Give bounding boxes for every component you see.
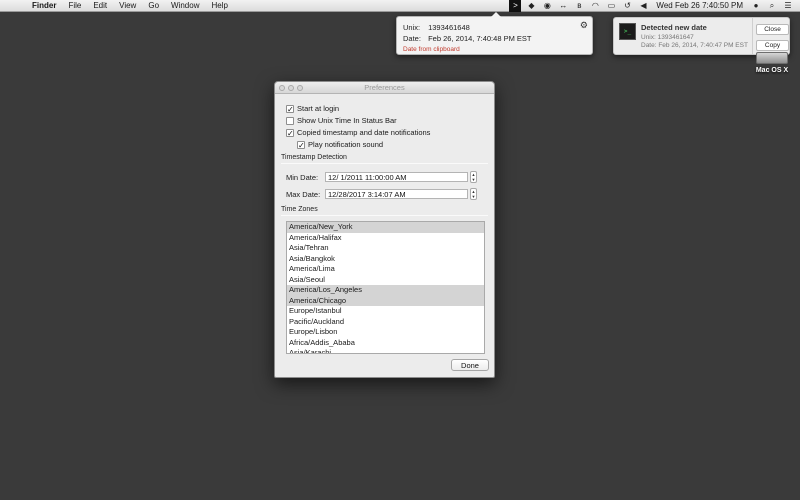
list-item[interactable]: America/Halifax (287, 233, 484, 244)
notification-center-icon[interactable]: ☰ (782, 0, 794, 12)
copied-notifications-label: Copied timestamp and date notifications (297, 128, 431, 137)
dropbox-icon[interactable]: ◆ (525, 0, 537, 12)
list-item[interactable]: Europe/Istanbul (287, 306, 484, 317)
network-arrows-icon[interactable]: ↔ (557, 0, 569, 12)
list-item[interactable]: Asia/Seoul (287, 275, 484, 286)
max-date-field[interactable]: 12/28/2017 3:14:07 AM (325, 189, 468, 199)
copy-button[interactable]: Copy (756, 40, 789, 51)
show-unix-time-label: Show Unix Time In Status Bar (297, 116, 397, 125)
app-menu: Finder File Edit View Go Window Help (26, 0, 234, 12)
list-item[interactable]: America/Lima (287, 264, 484, 275)
menu-go[interactable]: Go (142, 0, 165, 12)
unchecked-box-icon[interactable] (286, 116, 294, 125)
check-icon[interactable]: ✓ (286, 104, 294, 113)
notification-title: Detected new date (641, 23, 707, 32)
timezones-section-title: Time Zones (281, 206, 318, 213)
start-at-login-label: Start at login (297, 104, 340, 113)
notification-actions: Close Copy (752, 18, 790, 54)
start-at-login-checkbox[interactable]: ✓ Start at login (286, 104, 339, 113)
min-date-label: Min Date: (286, 173, 319, 182)
list-item[interactable]: America/Chicago (287, 295, 484, 306)
menu-edit[interactable]: Edit (87, 0, 113, 12)
desktop-disk[interactable]: Mac OS X (752, 52, 792, 74)
list-item[interactable]: Europe/Lisbon (287, 327, 484, 338)
menu-finder[interactable]: Finder (26, 0, 62, 12)
notification-unix: Unix: 1393461647 (641, 34, 694, 41)
window-title: Preferences (364, 83, 405, 92)
popover-source: Date from clipboard (403, 46, 460, 53)
list-item[interactable]: Asia/Bangkok (287, 254, 484, 265)
show-unix-time-checkbox[interactable]: Show Unix Time In Status Bar (286, 116, 397, 125)
eye-icon[interactable]: ◉ (541, 0, 553, 12)
timestamp-section-title: Timestamp Detection (281, 154, 347, 161)
close-button[interactable]: Close (756, 24, 789, 35)
max-date-label: Max Date: (286, 190, 321, 199)
title-bar[interactable]: Preferences (275, 82, 494, 94)
popover-date-value[interactable]: Feb 26, 2014, 7:40:48 PM EST (428, 34, 531, 43)
max-date-stepper[interactable]: ▲ ▼ (470, 188, 477, 200)
preferences-window: Preferences ✓ Start at login Show Unix T… (274, 81, 495, 378)
bluetooth-icon[interactable]: ʙ (573, 0, 585, 12)
list-item[interactable]: Pacific/Auckland (287, 317, 484, 328)
list-item[interactable]: Asia/Tehran (287, 243, 484, 254)
user-icon[interactable]: ● (750, 0, 762, 12)
menu-clock[interactable]: Wed Feb 26 7:40:50 PM (651, 1, 748, 10)
play-sound-checkbox[interactable]: ✓ Play notification sound (297, 140, 383, 149)
menu-help[interactable]: Help (205, 0, 233, 12)
wifi-icon[interactable]: ◠ (589, 0, 601, 12)
timestamp-popover: Unix: 1393461648 Date: Feb 26, 2014, 7:4… (396, 12, 593, 55)
divider (281, 163, 488, 164)
volume-icon[interactable]: ◀ (637, 0, 649, 12)
menu-file[interactable]: File (62, 0, 87, 12)
timestamp-app-icon: >_ (619, 23, 636, 40)
popover-unix-label: Unix: (403, 23, 421, 32)
time-machine-icon[interactable]: ↺ (621, 0, 633, 12)
popover-unix-row: Unix: 1393461648 (403, 23, 470, 32)
popover-date-label: Date: (403, 34, 421, 43)
check-icon[interactable]: ✓ (286, 128, 294, 137)
check-icon[interactable]: ✓ (297, 140, 305, 149)
timezone-list[interactable]: America/New_York America/Halifax Asia/Tehr… (286, 221, 485, 354)
popover-unix-value[interactable]: 1393461648 (428, 23, 470, 32)
notification-date: Date: Feb 26, 2014, 7:40:47 PM EST (641, 42, 748, 49)
min-date-stepper[interactable]: ▲ ▼ (470, 171, 477, 183)
copied-notifications-checkbox[interactable]: ✓ Copied timestamp and date notification… (286, 128, 430, 137)
airplay-icon[interactable]: ▭ (605, 0, 617, 12)
disk-label[interactable]: Mac OS X (752, 67, 792, 74)
menu-view[interactable]: View (113, 0, 142, 12)
menu-bar: Finder File Edit View Go Window Help > ◆… (0, 0, 800, 12)
notification-banner: >_ Detected new date Unix: 1393461647 Da… (613, 17, 790, 55)
status-menus: > ◆ ◉ ↔ ʙ ◠ ▭ ↺ ◀ Wed Feb 26 7:40:50 PM … (507, 0, 800, 12)
menu-window[interactable]: Window (165, 0, 205, 12)
popover-date-row: Date: Feb 26, 2014, 7:40:48 PM EST (403, 34, 532, 43)
gear-icon[interactable]: ⚙ (580, 20, 588, 31)
hard-drive-icon[interactable] (756, 52, 788, 64)
list-item[interactable]: Asia/Karachi (287, 348, 484, 353)
list-item[interactable]: America/New_York (287, 222, 484, 233)
divider (281, 215, 488, 216)
list-item[interactable]: America/Los_Angeles (287, 285, 484, 296)
done-button[interactable]: Done (451, 359, 489, 371)
list-item[interactable]: Africa/Addis_Ababa (287, 338, 484, 349)
play-sound-label: Play notification sound (308, 140, 384, 149)
spotlight-icon[interactable]: ⌕ (766, 0, 778, 12)
min-date-field[interactable]: 12/ 1/2011 11:00:00 AM (325, 172, 468, 182)
timestamp-app-icon[interactable]: > (509, 0, 522, 12)
